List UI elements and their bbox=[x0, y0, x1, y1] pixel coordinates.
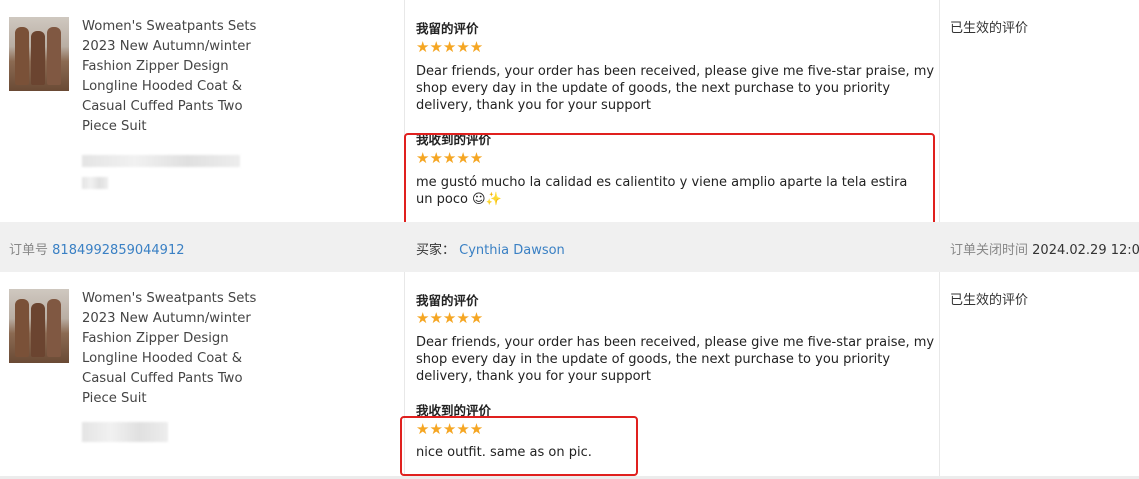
review-status: 已生效的评价 bbox=[950, 21, 1029, 36]
buyer-group: 买家： Cynthia Dawson bbox=[416, 239, 565, 258]
product-thumbnail[interactable] bbox=[9, 17, 69, 91]
my-review-text: Dear friends, your order has been receiv… bbox=[416, 64, 935, 113]
blurred-sku bbox=[82, 177, 108, 189]
close-time-value: 2024.02.29 12:02 bbox=[1032, 243, 1139, 258]
my-review-stars: ★★★★★ bbox=[416, 38, 484, 56]
product-title[interactable]: Women's Sweatpants Sets 2023 New Autumn/… bbox=[82, 289, 257, 409]
review-status: 已生效的评价 bbox=[950, 293, 1029, 308]
buyer-label: 买家： bbox=[416, 243, 456, 258]
buyer-name-link[interactable]: Cynthia Dawson bbox=[459, 243, 565, 258]
order-number-group: 订单号 8184992859044912 bbox=[9, 239, 185, 258]
my-review-heading: 我留的评价 bbox=[416, 293, 479, 308]
status-cell: 已生效的评价 bbox=[940, 0, 1139, 222]
order-number-label: 订单号 bbox=[9, 243, 49, 258]
close-time-label: 订单关闭时间 bbox=[950, 243, 1029, 258]
highlight-box bbox=[404, 133, 935, 229]
my-review-heading: 我留的评价 bbox=[416, 21, 479, 36]
my-review-text: Dear friends, your order has been receiv… bbox=[416, 335, 935, 384]
product-cell: Women's Sweatpants Sets 2023 New Autumn/… bbox=[0, 272, 405, 479]
product-thumbnail[interactable] bbox=[9, 289, 69, 363]
my-review-stars: ★★★★★ bbox=[416, 309, 484, 327]
blurred-sku bbox=[82, 422, 168, 442]
highlight-box bbox=[400, 416, 638, 476]
order-info-bar: 订单号 8184992859044912 买家： Cynthia Dawson … bbox=[0, 222, 1139, 272]
product-cell: Women's Sweatpants Sets 2023 New Autumn/… bbox=[0, 0, 405, 222]
status-cell: 已生效的评价 bbox=[940, 272, 1139, 479]
order-number-link[interactable]: 8184992859044912 bbox=[52, 243, 184, 258]
close-time-group: 订单关闭时间 2024.02.29 12:02 bbox=[950, 239, 1139, 258]
product-title[interactable]: Women's Sweatpants Sets 2023 New Autumn/… bbox=[82, 17, 257, 137]
blurred-sku bbox=[82, 155, 240, 167]
